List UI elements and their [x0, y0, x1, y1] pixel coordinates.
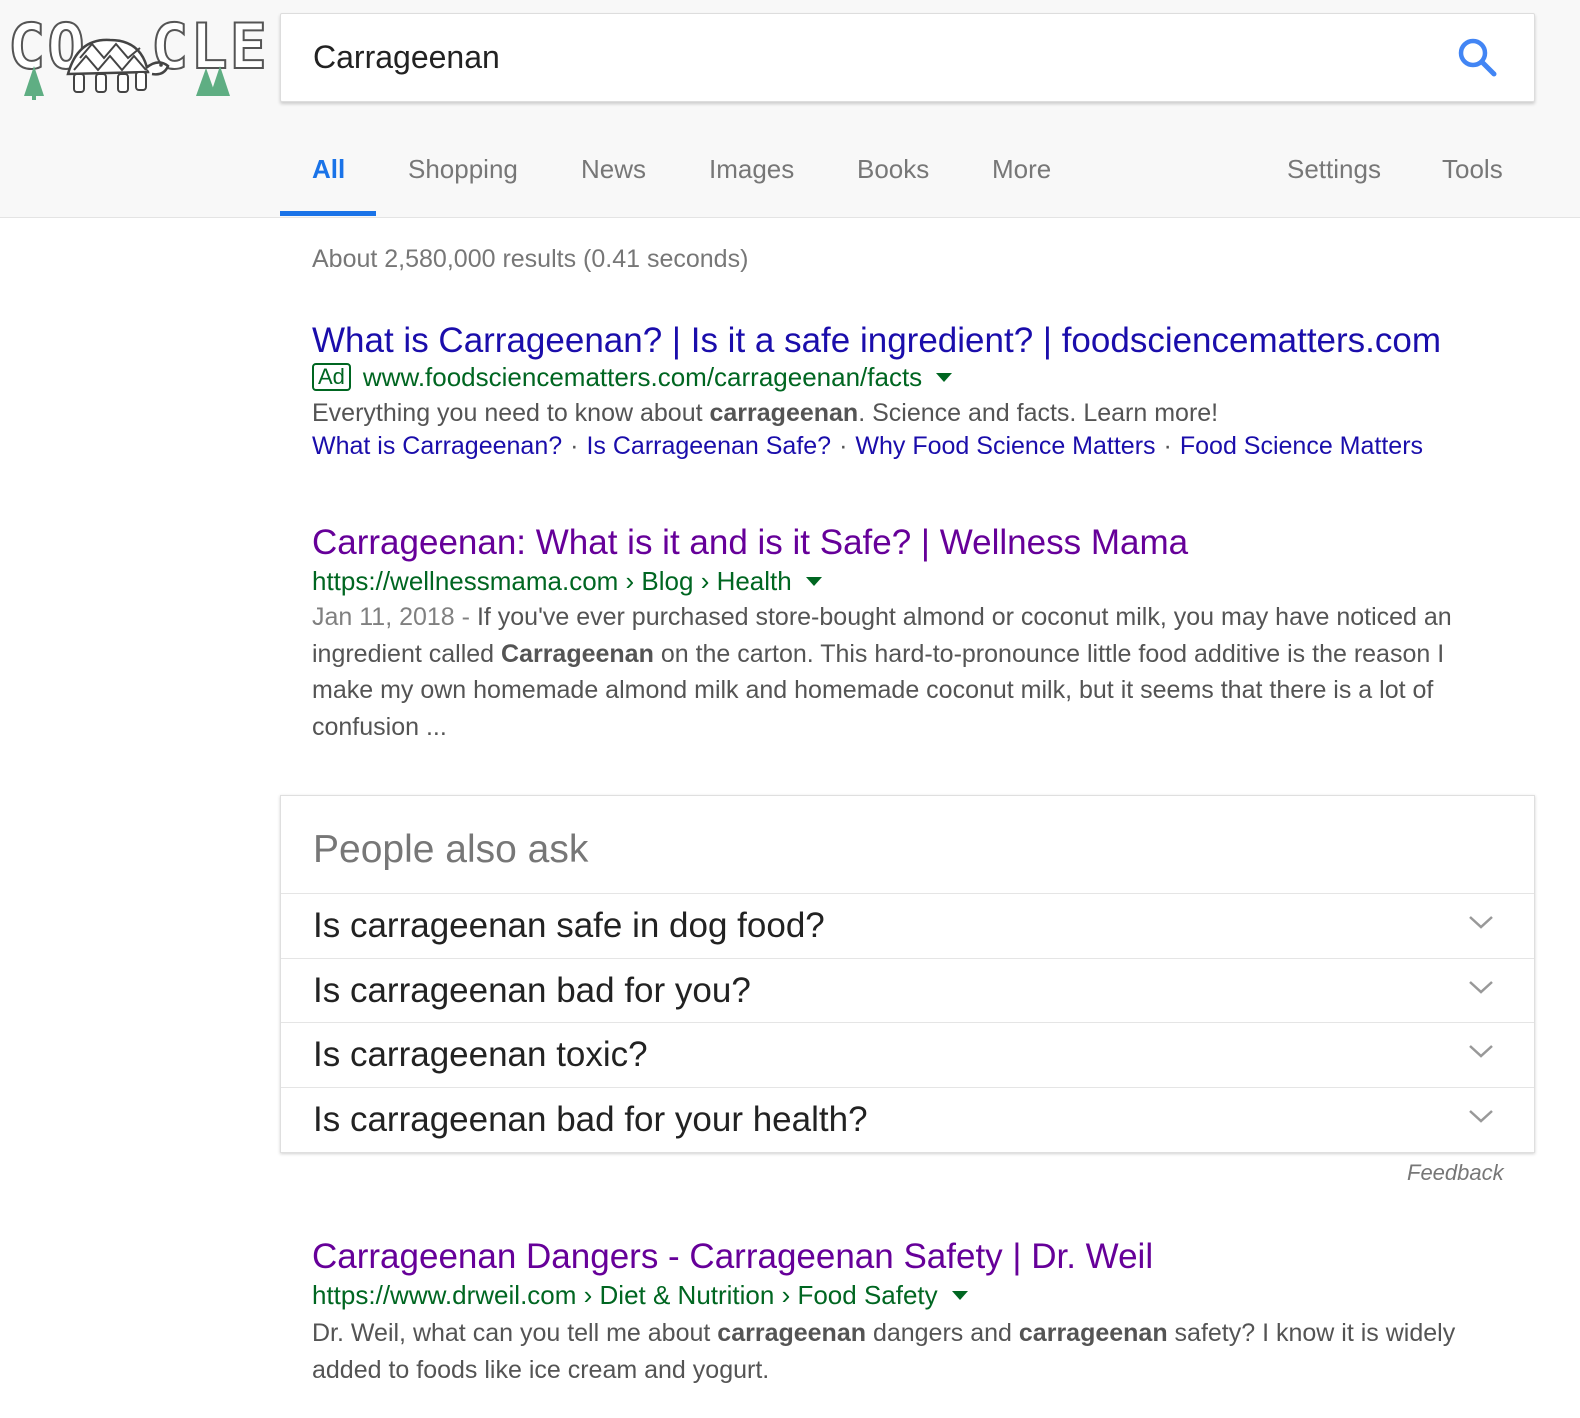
paa-question[interactable]: Is carrageenan safe in dog food?: [281, 893, 1534, 958]
result-url-drweil: https://www.drweil.com › Diet & Nutritio…: [312, 1280, 968, 1311]
tab-settings[interactable]: Settings: [1287, 154, 1381, 185]
paa-question-text: Is carrageenan bad for your health?: [313, 1100, 868, 1139]
tab-shopping[interactable]: Shopping: [408, 154, 518, 185]
tab-news[interactable]: News: [581, 154, 646, 185]
search-input[interactable]: [313, 34, 1413, 80]
sitelink-separator: ·: [1163, 432, 1172, 460]
result-url-text: www.foodsciencematters.com/carrageenan/f…: [362, 362, 923, 392]
header: CO CLE All Shopping News Imag: [0, 0, 1580, 218]
result-url-ad: Ad www.foodsciencematters.com/carrageenan…: [312, 362, 953, 393]
active-tab-indicator: [280, 211, 376, 216]
result-url-wellnessmama: https://wellnessmama.com › Blog › Health: [312, 566, 822, 597]
sitelink-separator: ·: [839, 432, 848, 460]
snippet-bold: carrageenan: [1018, 1319, 1168, 1347]
paa-question[interactable]: Is carrageenan bad for you?: [281, 958, 1534, 1023]
search-icon: [1458, 38, 1497, 77]
search-button[interactable]: [1456, 36, 1500, 80]
paa-question[interactable]: Is carrageenan bad for your health?: [281, 1087, 1534, 1152]
dropdown-caret-icon[interactable]: [805, 576, 822, 586]
snippet-text: Dr. Weil, what can you tell me about: [312, 1319, 718, 1347]
doodle-logo[interactable]: CO CLE: [7, 8, 268, 100]
snippet-bold: carrageenan: [709, 399, 859, 427]
result-date: Jan 11, 2018 -: [312, 603, 477, 631]
sitelinks: What is Carrageenan? · Is Carrageenan Safe…: [312, 432, 1423, 461]
tab-more[interactable]: More: [992, 154, 1051, 185]
paa-question-text: Is carrageenan bad for you?: [313, 971, 751, 1010]
ad-badge: Ad: [312, 363, 351, 392]
snippet-text: Everything you need to know about: [312, 399, 710, 427]
snippet-text: . Science and facts. Learn more!: [858, 399, 1219, 427]
result-url-text: https://wellnessmama.com › Blog › Health: [312, 566, 792, 596]
result-url-text: https://www.drweil.com › Diet & Nutritio…: [312, 1280, 938, 1310]
paa-title: People also ask: [313, 828, 589, 871]
paa-question[interactable]: Is carrageenan toxic?: [281, 1022, 1534, 1087]
tab-images[interactable]: Images: [709, 154, 794, 185]
result-snippet-drweil: Dr. Weil, what can you tell me about car…: [312, 1315, 1512, 1388]
tab-books[interactable]: Books: [857, 154, 929, 185]
chevron-down-icon: [1469, 916, 1493, 929]
sitelink-separator: ·: [570, 432, 579, 460]
tab-tools[interactable]: Tools: [1442, 154, 1503, 185]
snippet-bold: Carrageenan: [501, 639, 654, 668]
chevron-down-icon: [1469, 981, 1493, 994]
sitelink-what-is[interactable]: What is Carrageenan?: [312, 432, 562, 460]
sitelink-why[interactable]: Why Food Science Matters: [855, 432, 1155, 460]
dropdown-caret-icon[interactable]: [936, 372, 953, 382]
result-stats: About 2,580,000 results (0.41 seconds): [312, 245, 749, 273]
tortoise-trees-icon: [24, 38, 230, 100]
chevron-down-icon: [1469, 1045, 1493, 1058]
tab-all[interactable]: All: [312, 154, 345, 185]
chevron-down-icon: [1469, 1110, 1493, 1123]
feedback-link[interactable]: Feedback: [1407, 1160, 1504, 1186]
result-title-ad[interactable]: What is Carrageenan? | Is it a safe ingr…: [312, 321, 1441, 361]
search-box[interactable]: [280, 13, 1535, 102]
dropdown-caret-icon[interactable]: [951, 1290, 968, 1300]
sitelink-fsm[interactable]: Food Science Matters: [1180, 432, 1423, 460]
snippet-text: dangers and: [866, 1319, 1019, 1347]
result-title-drweil[interactable]: Carrageenan Dangers - Carrageenan Safety…: [312, 1237, 1153, 1277]
result-snippet-ad: Everything you need to know about carrag…: [312, 395, 1512, 432]
paa-question-text: Is carrageenan safe in dog food?: [313, 906, 825, 945]
snippet-bold: carrageenan: [717, 1319, 866, 1347]
result-title-wellnessmama[interactable]: Carrageenan: What is it and is it Safe? …: [312, 523, 1188, 563]
result-snippet-wellnessmama: Jan 11, 2018 - If you've ever purchased …: [312, 599, 1512, 745]
sitelink-is-safe[interactable]: Is Carrageenan Safe?: [586, 432, 831, 460]
paa-question-text: Is carrageenan toxic?: [313, 1035, 648, 1074]
people-also-ask: People also ask Is carrageenan safe in d…: [280, 795, 1535, 1153]
